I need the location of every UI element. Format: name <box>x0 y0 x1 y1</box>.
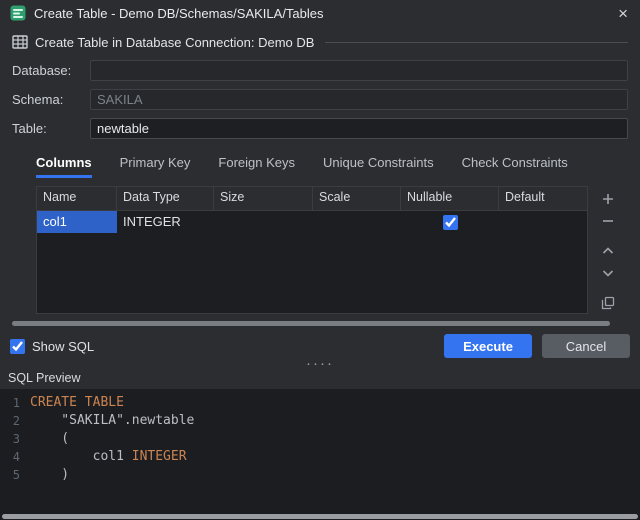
table-label: Table: <box>12 121 90 136</box>
duplicate-row-button[interactable] <box>595 292 621 314</box>
table-icon <box>12 34 28 50</box>
cell-data-type[interactable]: INTEGER <box>117 211 214 233</box>
grid-body: col1 INTEGER <box>37 211 587 301</box>
app-icon <box>10 5 26 21</box>
column-header-nullable[interactable]: Nullable <box>401 187 499 210</box>
sql-line: 5 ) <box>0 466 640 484</box>
cell-name[interactable]: col1 <box>37 211 117 233</box>
tab-unique-constraints[interactable]: Unique Constraints <box>323 155 434 178</box>
line-number: 3 <box>0 430 30 448</box>
show-sql-checkbox[interactable] <box>10 339 25 354</box>
column-header-data-type[interactable]: Data Type <box>117 187 214 210</box>
execute-button[interactable]: Execute <box>444 334 532 358</box>
group-title: Create Table in Database Connection: Dem… <box>35 35 314 50</box>
close-icon[interactable]: × <box>616 5 630 22</box>
sql-line: 2 "SAKILA".newtable <box>0 412 640 430</box>
columns-grid-area: Name Data Type Size Scale Nullable Defau… <box>36 186 628 314</box>
sql-preview-editor[interactable]: 1 CREATE TABLE 2 "SAKILA".newtable 3 ( 4… <box>0 389 640 512</box>
column-header-default[interactable]: Default <box>499 187 587 210</box>
cancel-button[interactable]: Cancel <box>542 334 630 358</box>
schema-field <box>90 89 628 110</box>
tab-primary-key[interactable]: Primary Key <box>120 155 191 178</box>
sql-preview-title: SQL Preview <box>0 370 640 387</box>
title-bar: Create Table - Demo DB/Schemas/SAKILA/Ta… <box>0 0 640 26</box>
table-row-field: Table: <box>12 118 628 139</box>
column-header-scale[interactable]: Scale <box>313 187 401 210</box>
schema-row: Schema: <box>12 89 628 110</box>
tab-bar: Columns Primary Key Foreign Keys Unique … <box>36 155 628 178</box>
nullable-checkbox[interactable] <box>443 215 458 230</box>
database-field <box>90 60 628 81</box>
line-number: 5 <box>0 466 30 484</box>
database-label: Database: <box>12 63 90 78</box>
move-up-button[interactable] <box>595 240 621 262</box>
dialog-body: Create Table in Database Connection: Dem… <box>0 26 640 314</box>
tab-foreign-keys[interactable]: Foreign Keys <box>218 155 295 178</box>
remove-row-button[interactable] <box>595 210 621 232</box>
cell-scale[interactable] <box>313 211 401 233</box>
footer-buttons: Execute Cancel <box>444 334 630 358</box>
cell-nullable <box>401 211 499 233</box>
grid-header: Name Data Type Size Scale Nullable Defau… <box>37 187 587 211</box>
cell-size[interactable] <box>214 211 313 233</box>
editor-horizontal-scrollbar <box>0 512 640 520</box>
table-row: col1 INTEGER <box>37 211 587 233</box>
row-toolbar <box>588 186 628 314</box>
tab-columns[interactable]: Columns <box>36 155 92 178</box>
group-header: Create Table in Database Connection: Dem… <box>12 32 628 52</box>
splitter-handle[interactable]: ···· <box>0 358 640 370</box>
database-row: Database: <box>12 60 628 81</box>
columns-grid: Name Data Type Size Scale Nullable Defau… <box>36 186 588 314</box>
add-row-button[interactable] <box>595 188 621 210</box>
group-divider <box>325 42 628 43</box>
grid-scrollbar-thumb[interactable] <box>12 321 610 326</box>
show-sql-label: Show SQL <box>32 339 94 354</box>
move-down-button[interactable] <box>595 262 621 284</box>
column-header-size[interactable]: Size <box>214 187 313 210</box>
grid-horizontal-scrollbar <box>12 321 628 326</box>
column-header-name[interactable]: Name <box>37 187 117 210</box>
line-number: 4 <box>0 448 30 466</box>
tab-check-constraints[interactable]: Check Constraints <box>462 155 568 178</box>
sql-line: 1 CREATE TABLE <box>0 394 640 412</box>
window-title: Create Table - Demo DB/Schemas/SAKILA/Ta… <box>34 6 608 21</box>
sql-line: 3 ( <box>0 430 640 448</box>
sql-line: 4 col1 INTEGER <box>0 448 640 466</box>
line-number: 2 <box>0 412 30 430</box>
cell-default[interactable] <box>499 211 587 233</box>
editor-scrollbar-thumb[interactable] <box>2 514 638 519</box>
line-number: 1 <box>0 394 30 412</box>
table-name-input[interactable] <box>90 118 628 139</box>
show-sql-toggle: Show SQL <box>10 339 94 354</box>
schema-label: Schema: <box>12 92 90 107</box>
